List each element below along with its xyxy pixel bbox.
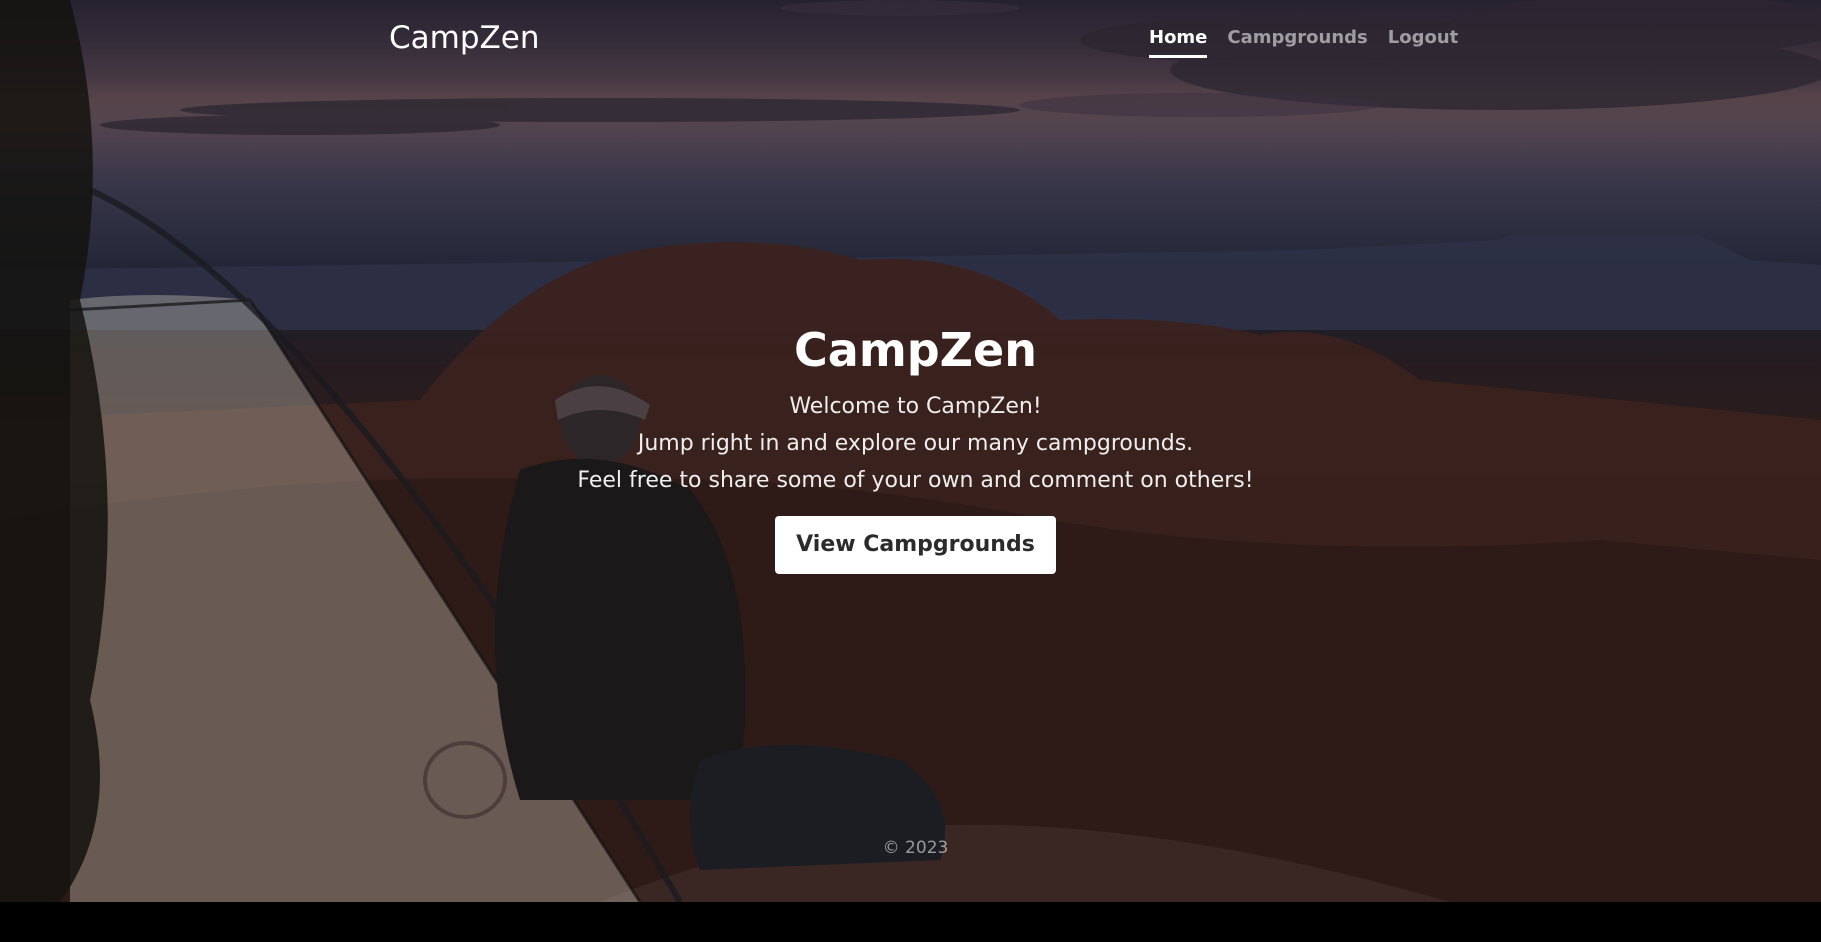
- hero-welcome-text: Welcome to CampZen!: [789, 394, 1042, 419]
- hero-title: CampZen: [794, 323, 1037, 377]
- view-campgrounds-button[interactable]: View Campgrounds: [775, 516, 1056, 574]
- footer-copyright: © 2023: [882, 838, 949, 858]
- hero-content: CampZen Welcome to CampZen! Jump right i…: [0, 320, 1821, 574]
- nav-link-campgrounds[interactable]: Campgrounds: [1227, 27, 1367, 58]
- hero-share-text: Feel free to share some of your own and …: [577, 468, 1254, 493]
- hero-background: CampZen Home Campgrounds Logout CampZen …: [0, 0, 1821, 902]
- nav-links: Home Campgrounds Logout: [1149, 27, 1458, 58]
- hero-explore-text: Jump right in and explore our many campg…: [637, 431, 1194, 456]
- navbar: CampZen Home Campgrounds Logout: [0, 0, 1821, 80]
- brand-logo[interactable]: CampZen: [389, 20, 539, 56]
- bottom-bar: [0, 902, 1821, 942]
- nav-link-home[interactable]: Home: [1149, 27, 1208, 58]
- nav-link-logout[interactable]: Logout: [1388, 27, 1459, 58]
